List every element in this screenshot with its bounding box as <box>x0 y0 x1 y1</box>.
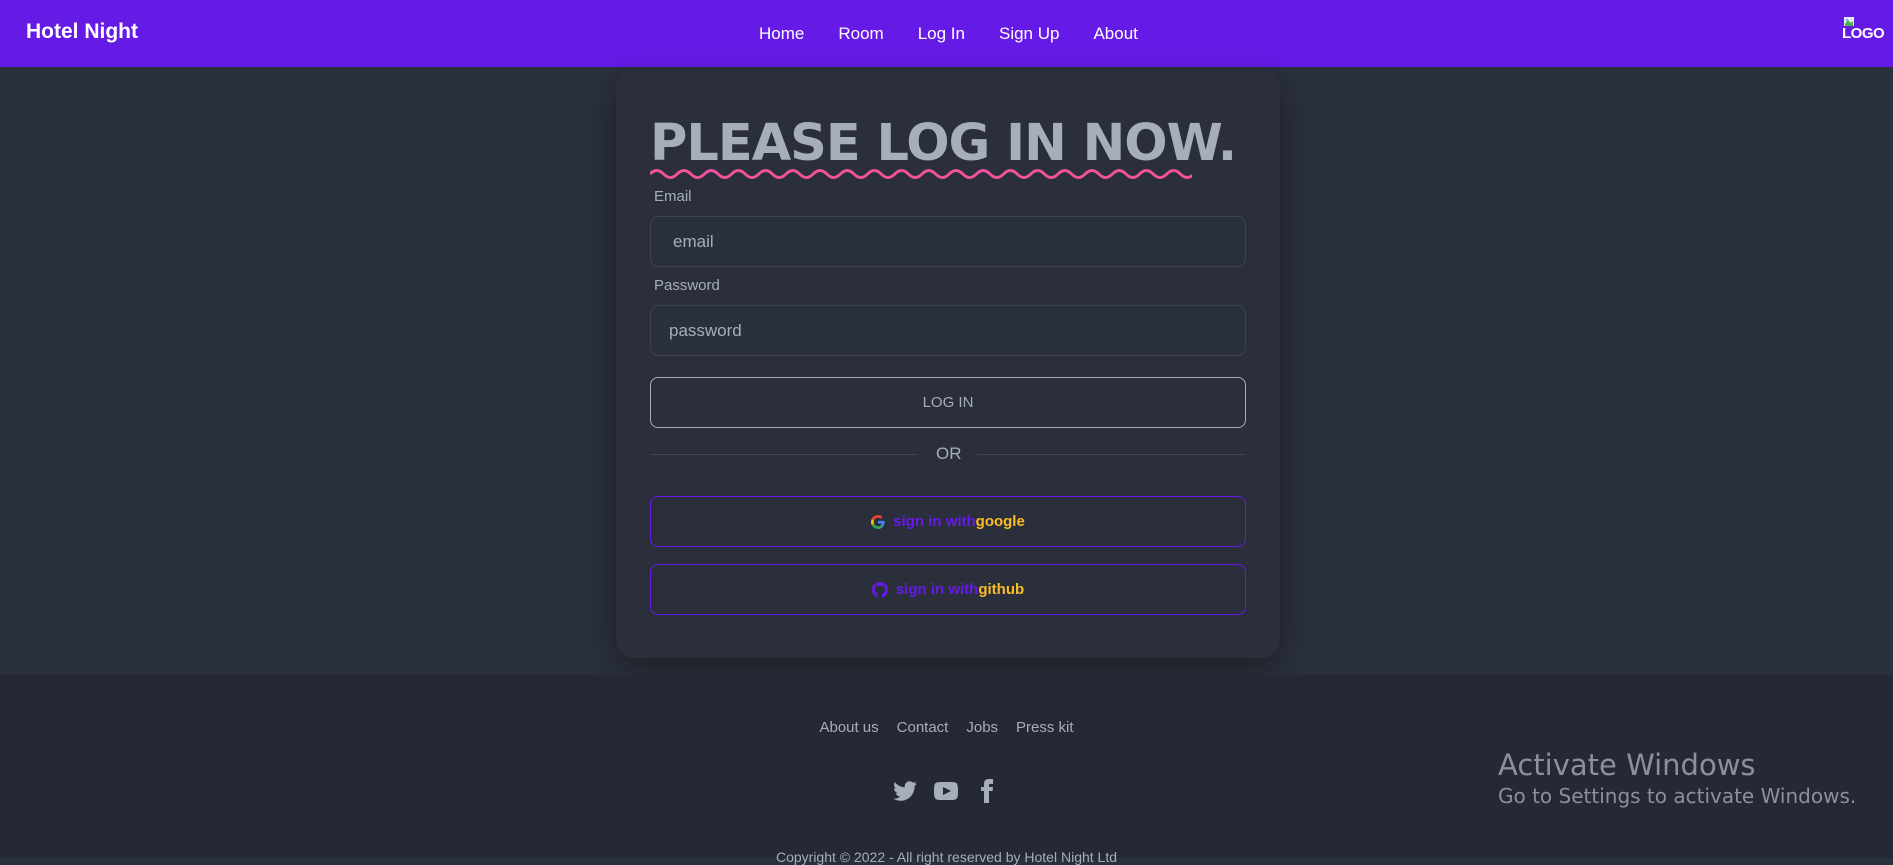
footer-link-press-kit[interactable]: Press kit <box>1016 719 1074 736</box>
login-button[interactable]: LOG IN <box>650 377 1246 428</box>
google-signin-lead: sign in with <box>893 513 976 530</box>
password-input[interactable] <box>650 305 1246 356</box>
logo-image[interactable]: LOGO <box>1838 14 1885 46</box>
title-squiggle-underline <box>650 169 1192 179</box>
navbar: Hotel Night Home Room Log In Sign Up Abo… <box>0 0 1893 67</box>
twitter-icon[interactable] <box>893 779 917 803</box>
windows-activation-watermark: Activate Windows Go to Settings to activ… <box>1498 748 1856 808</box>
nav-item-home[interactable]: Home <box>742 24 821 44</box>
footer-link-about-us[interactable]: About us <box>819 719 878 736</box>
watermark-title: Activate Windows <box>1498 748 1756 782</box>
nav-item-login[interactable]: Log In <box>901 24 982 44</box>
nav-item-about[interactable]: About <box>1076 24 1154 44</box>
footer-link-jobs[interactable]: Jobs <box>966 719 998 736</box>
copyright-text: Copyright © 2022 - All right reserved by… <box>775 849 1118 865</box>
github-signin-button[interactable]: sign in with github <box>650 564 1246 615</box>
email-label: Email <box>654 188 692 205</box>
nav-item-room[interactable]: Room <box>821 24 900 44</box>
youtube-icon[interactable] <box>933 779 959 803</box>
email-input[interactable] <box>650 216 1246 267</box>
page-title: PLEASE LOG IN NOW. <box>650 114 1237 173</box>
github-signin-brand: github <box>978 581 1025 598</box>
divider-line-right <box>977 454 1246 455</box>
divider-line-left <box>650 454 918 455</box>
github-signin-lead: sign in with <box>895 581 979 598</box>
password-label: Password <box>654 277 720 294</box>
google-signin-button[interactable]: sign in with google <box>650 496 1246 547</box>
divider-or: OR <box>936 444 962 463</box>
footer-links: About us Contact Jobs Press kit <box>0 719 1893 736</box>
footer-link-contact[interactable]: Contact <box>897 719 949 736</box>
brand-title[interactable]: Hotel Night <box>26 20 138 44</box>
facebook-icon[interactable] <box>975 779 999 803</box>
github-icon <box>871 581 888 598</box>
nav-item-signup[interactable]: Sign Up <box>982 24 1076 44</box>
google-signin-brand: google <box>975 513 1025 530</box>
google-icon <box>871 514 885 529</box>
logo-alt-text: LOGO <box>1842 25 1885 42</box>
social-icons <box>893 779 999 803</box>
nav-menu: Home Room Log In Sign Up About <box>742 0 1155 67</box>
watermark-subtitle: Go to Settings to activate Windows. <box>1498 784 1857 808</box>
